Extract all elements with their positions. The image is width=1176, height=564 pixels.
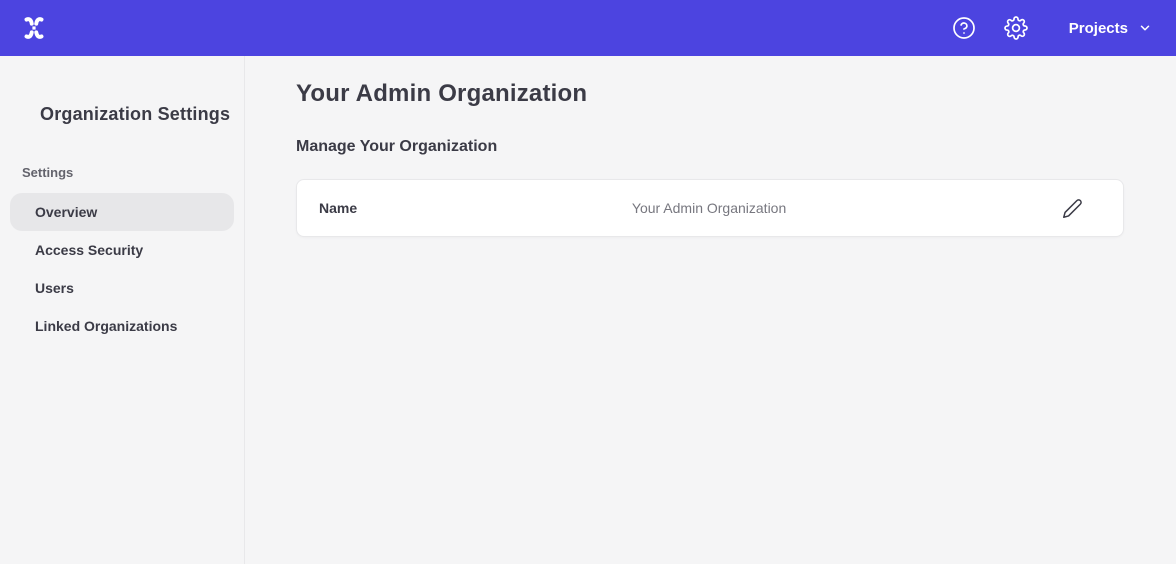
projects-dropdown[interactable]: Projects xyxy=(1069,20,1152,37)
help-button[interactable] xyxy=(951,15,977,41)
projects-label: Projects xyxy=(1069,20,1128,37)
edit-name-button[interactable] xyxy=(1061,197,1083,219)
name-label: Name xyxy=(319,200,357,216)
app-window: Projects Organization Settings Settings … xyxy=(0,0,1176,564)
sidebar-title: Organization Settings xyxy=(0,104,244,125)
topbar-actions: Projects xyxy=(951,15,1152,41)
sidebar-section-label: Settings xyxy=(0,165,244,180)
sidebar-item-linked-organizations[interactable]: Linked Organizations xyxy=(10,307,234,345)
gear-icon xyxy=(1004,16,1028,40)
topbar: Projects xyxy=(0,0,1176,56)
content-area: Organization Settings Settings Overview … xyxy=(0,56,1176,564)
name-row: Name Your Admin Organization xyxy=(296,179,1124,237)
sidebar-item-access-security[interactable]: Access Security xyxy=(10,231,234,269)
section-title: Manage Your Organization xyxy=(296,138,1124,156)
settings-button[interactable] xyxy=(1003,15,1029,41)
mendix-logo[interactable] xyxy=(18,12,50,44)
sidebar-item-overview[interactable]: Overview xyxy=(10,193,234,231)
name-value: Your Admin Organization xyxy=(357,200,1061,216)
page-title: Your Admin Organization xyxy=(296,80,1124,108)
chevron-down-icon xyxy=(1138,21,1152,35)
main-content: Your Admin Organization Manage Your Orga… xyxy=(245,56,1176,564)
help-icon xyxy=(952,16,976,40)
sidebar-nav: Overview Access Security Users Linked Or… xyxy=(0,193,244,345)
mendix-logo-icon xyxy=(19,13,49,43)
sidebar: Organization Settings Settings Overview … xyxy=(0,56,245,564)
pencil-icon xyxy=(1062,198,1083,219)
sidebar-item-users[interactable]: Users xyxy=(10,269,234,307)
